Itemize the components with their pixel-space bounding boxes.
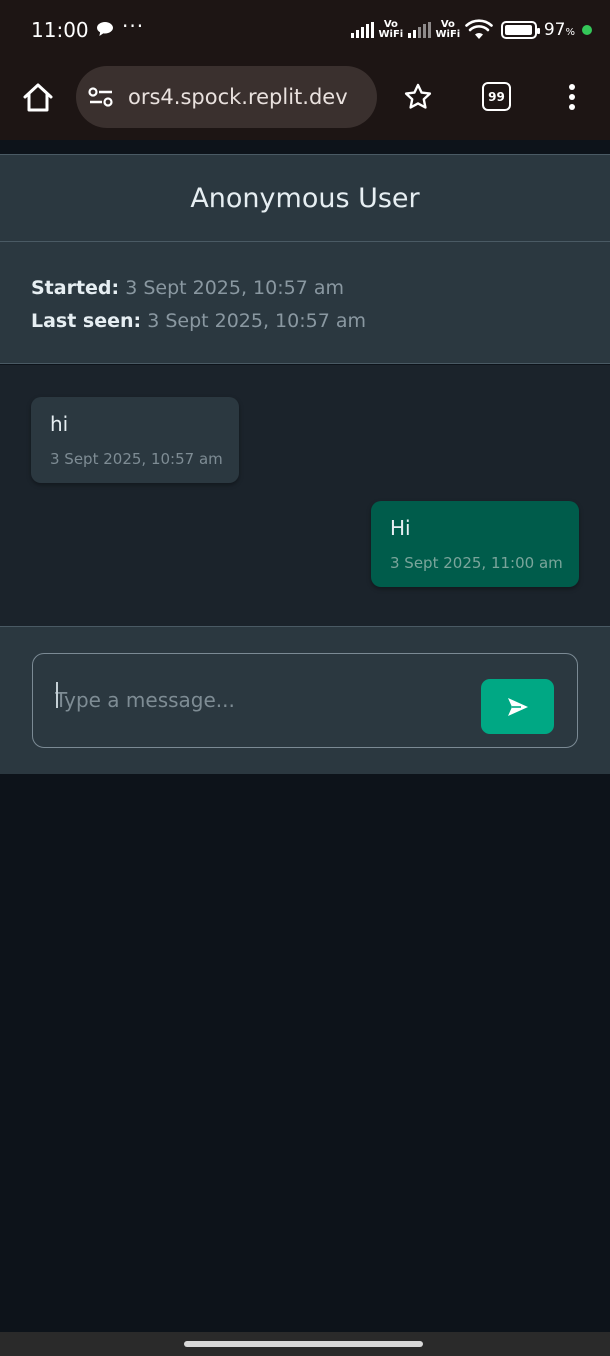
message-input-container[interactable] xyxy=(32,653,578,748)
started-label: Started: xyxy=(31,277,120,299)
status-time: 11:00 xyxy=(31,18,89,42)
signal-icon xyxy=(350,22,374,38)
message-input[interactable] xyxy=(55,676,455,724)
message-text: Hi xyxy=(390,516,411,540)
star-icon[interactable] xyxy=(403,82,433,112)
more-dots-icon: ··· xyxy=(122,14,145,38)
last-seen-value: 3 Sept 2025, 10:57 am xyxy=(147,310,366,332)
started-row: Started: 3 Sept 2025, 10:57 am xyxy=(31,272,579,305)
status-bar: 11:00 ··· Vo WiFi Vo WiFi 97% xyxy=(0,0,610,60)
conversation-meta: Started: 3 Sept 2025, 10:57 am Last seen… xyxy=(0,242,610,364)
kebab-menu-icon[interactable] xyxy=(562,82,582,112)
tab-count: 99 xyxy=(488,89,505,104)
status-indicators: Vo WiFi Vo WiFi 97% xyxy=(350,16,592,44)
vowifi-label: Vo WiFi xyxy=(435,19,461,40)
message-timestamp: 3 Sept 2025, 10:57 am xyxy=(50,450,223,468)
browser-toolbar: ors4.spock.replit.dev 99 xyxy=(0,60,610,140)
chat-bubble-icon xyxy=(97,22,113,36)
home-icon[interactable] xyxy=(20,80,56,116)
chat-header: Anonymous User xyxy=(0,154,610,242)
url-text: ors4.spock.replit.dev xyxy=(128,85,348,109)
battery-icon xyxy=(500,21,540,39)
site-settings-icon[interactable] xyxy=(88,86,114,108)
message-composer xyxy=(0,627,610,774)
last-seen-row: Last seen: 3 Sept 2025, 10:57 am xyxy=(31,305,579,338)
page-title: Anonymous User xyxy=(190,182,420,214)
send-arrow-icon xyxy=(507,697,528,716)
chat-app: Anonymous User Started: 3 Sept 2025, 10:… xyxy=(0,140,610,1332)
last-seen-label: Last seen: xyxy=(31,310,142,332)
started-value: 3 Sept 2025, 10:57 am xyxy=(125,277,344,299)
message-bubble-outgoing: Hi 3 Sept 2025, 11:00 am xyxy=(371,501,579,587)
home-gesture-handle[interactable] xyxy=(184,1341,423,1347)
battery-percent: 97% xyxy=(543,20,575,40)
message-timestamp: 3 Sept 2025, 11:00 am xyxy=(390,554,563,572)
wifi-icon xyxy=(465,19,493,39)
address-bar[interactable]: ors4.spock.replit.dev xyxy=(76,66,377,128)
tabs-icon[interactable]: 99 xyxy=(482,82,511,111)
vowifi-label: Vo WiFi xyxy=(378,19,404,40)
send-button[interactable] xyxy=(481,679,554,734)
message-bubble-incoming: hi 3 Sept 2025, 10:57 am xyxy=(31,397,239,483)
message-text: hi xyxy=(50,412,69,436)
message-list[interactable]: hi 3 Sept 2025, 10:57 am Hi 3 Sept 2025,… xyxy=(0,365,610,627)
signal-icon xyxy=(407,22,431,38)
system-nav-bar xyxy=(0,1332,610,1356)
privacy-indicator-dot xyxy=(582,25,592,35)
text-caret xyxy=(56,682,58,708)
